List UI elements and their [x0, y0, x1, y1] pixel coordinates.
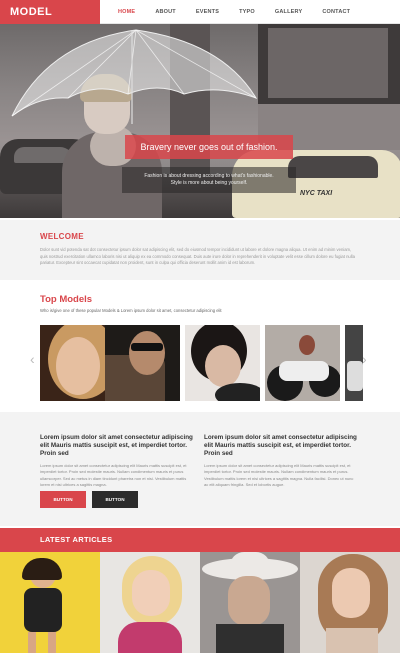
column-left-heading: Lorem ipsum dolor sit amet consectetur a… — [40, 434, 193, 457]
text-column-right: Lorem ipsum dolor sit amet consectetur a… — [204, 434, 358, 488]
model-photo-5[interactable] — [345, 325, 363, 401]
nav-item-contact[interactable]: CONTACT — [312, 0, 360, 24]
model-photo-2[interactable] — [105, 325, 180, 401]
main-menu: HOME ABOUT EVENTS TYPO GALLERY CONTACT — [108, 0, 360, 24]
model-photo-1[interactable] — [40, 325, 115, 401]
column-left-text: Lorem ipsum dolor sit amet consectetur a… — [40, 463, 187, 487]
hero-subtitle-box: Fashion is about dressing according to w… — [122, 167, 296, 193]
nav-item-events[interactable]: EVENTS — [186, 0, 229, 24]
billboard-image — [268, 28, 388, 98]
top-models-section: Top Models Who is/give one of these popu… — [0, 280, 400, 412]
hero-banner: NYC TAXI Bravery never goes out of fashi… — [0, 24, 400, 218]
taxi-sign: NYC TAXI — [300, 190, 333, 197]
article-image-3[interactable] — [200, 552, 300, 653]
latest-articles-title: LATEST ARTICLES — [40, 535, 113, 544]
column-right-text: Lorem ipsum dolor sit amet consectetur a… — [204, 463, 354, 487]
hero-title: Bravery never goes out of fashion. — [140, 142, 278, 152]
latest-articles-bar: LATEST ARTICLES — [0, 528, 400, 552]
model-photo-4[interactable] — [265, 325, 340, 401]
text-column-left: Lorem ipsum dolor sit amet consectetur a… — [40, 434, 194, 488]
column-right-heading: Lorem ipsum dolor sit amet consectetur a… — [204, 434, 357, 457]
secondary-button[interactable]: BUTTON — [92, 491, 138, 508]
article-image-2[interactable] — [100, 552, 200, 653]
primary-button[interactable]: BUTTON — [40, 491, 86, 508]
article-image-4[interactable] — [300, 552, 400, 653]
hero-subtitle-line2: Style is more about being yourself. — [170, 180, 248, 186]
hero-subtitle-line1: Fashion is about dressing according to w… — [144, 173, 274, 179]
nav-item-about[interactable]: ABOUT — [145, 0, 186, 24]
text-columns-section: Lorem ipsum dolor sit amet consectetur a… — [0, 412, 400, 526]
top-nav: MODEL HOME ABOUT EVENTS TYPO GALLERY CON… — [0, 0, 400, 24]
top-models-title: Top Models — [40, 294, 93, 305]
nav-item-home[interactable]: HOME — [108, 0, 145, 24]
hero-title-box: Bravery never goes out of fashion. — [125, 135, 293, 159]
nav-item-typo[interactable]: TYPO — [229, 0, 265, 24]
welcome-section: WELCOME Dolor sunt vid potenda sat dot c… — [0, 220, 400, 280]
top-models-subtitle: Who is/give one of these popular Models … — [40, 308, 222, 313]
site-logo[interactable]: MODEL — [0, 0, 100, 24]
welcome-title: WELCOME — [40, 232, 84, 241]
umbrella-image — [11, 29, 258, 124]
model-photo-3[interactable] — [185, 325, 260, 401]
welcome-text: Dolor sunt vid potenda sat dot consectet… — [40, 247, 355, 265]
carousel-prev-icon[interactable]: ‹ — [30, 352, 35, 366]
nav-item-gallery[interactable]: GALLERY — [265, 0, 312, 24]
article-image-1[interactable] — [0, 552, 100, 653]
